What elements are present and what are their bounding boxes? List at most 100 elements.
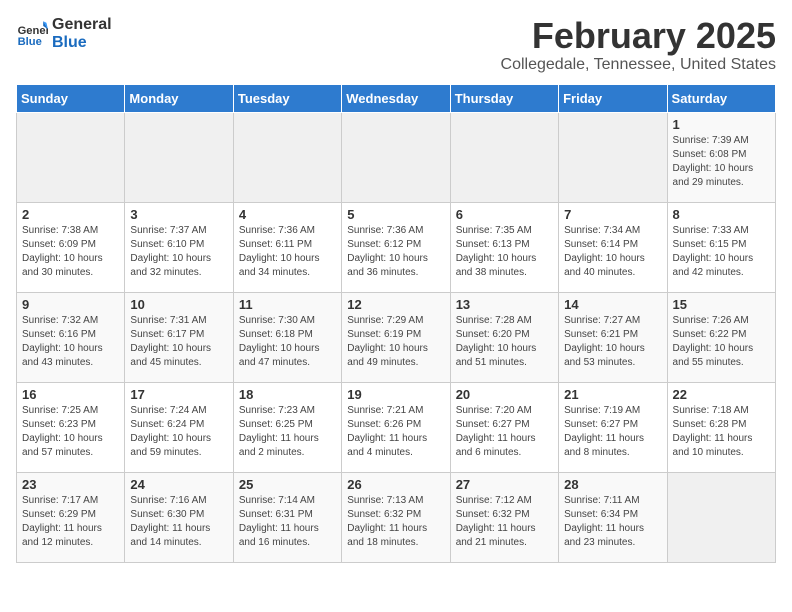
day-info: Sunrise: 7:39 AM Sunset: 6:08 PM Dayligh… — [673, 134, 770, 190]
day-number: 28 — [564, 477, 661, 492]
day-info: Sunrise: 7:29 AM Sunset: 6:19 PM Dayligh… — [347, 314, 444, 370]
calendar-day-cell: 16 Sunrise: 7:25 AM Sunset: 6:23 PM Dayli… — [17, 382, 125, 472]
day-info: Sunrise: 7:31 AM Sunset: 6:17 PM Dayligh… — [130, 314, 227, 370]
calendar-day-cell — [125, 112, 233, 202]
day-info: Sunrise: 7:36 AM Sunset: 6:11 PM Dayligh… — [239, 224, 336, 280]
day-number: 27 — [456, 477, 553, 492]
svg-text:Blue: Blue — [18, 36, 42, 48]
month-title: February 2025 — [501, 16, 776, 56]
calendar-day-cell: 22Sunrise: 7:18 AM Sunset: 6:28 PM Dayli… — [667, 382, 775, 472]
calendar-day-cell — [559, 112, 667, 202]
calendar-day-cell: 27Sunrise: 7:12 AM Sunset: 6:32 PM Dayli… — [450, 472, 558, 562]
calendar-day-cell: 15 Sunrise: 7:26 AM Sunset: 6:22 PM Dayli… — [667, 292, 775, 382]
calendar-week-row: 23Sunrise: 7:17 AM Sunset: 6:29 PM Dayli… — [17, 472, 776, 562]
day-number: 3 — [130, 207, 227, 222]
page-header: General Blue General Blue February 2025 … — [16, 16, 776, 74]
svg-text:General: General — [18, 25, 48, 37]
calendar-day-cell: 12Sunrise: 7:29 AM Sunset: 6:19 PM Dayli… — [342, 292, 450, 382]
calendar-day-cell: 19 Sunrise: 7:21 AM Sunset: 6:26 PM Dayli… — [342, 382, 450, 472]
day-number: 20 — [456, 387, 553, 402]
day-info: Sunrise: 7:21 AM Sunset: 6:26 PM Dayligh… — [347, 404, 444, 460]
day-number: 11 — [239, 297, 336, 312]
day-info: Sunrise: 7:16 AM Sunset: 6:30 PM Dayligh… — [130, 494, 227, 550]
calendar-day-cell: 9 Sunrise: 7:32 AM Sunset: 6:16 PM Daylig… — [17, 292, 125, 382]
calendar-day-cell: 2 Sunrise: 7:38 AM Sunset: 6:09 PM Daylig… — [17, 202, 125, 292]
calendar-day-cell: 24 Sunrise: 7:16 AM Sunset: 6:30 PM Dayli… — [125, 472, 233, 562]
day-info: Sunrise: 7:34 AM Sunset: 6:14 PM Dayligh… — [564, 224, 661, 280]
calendar-week-row: 2 Sunrise: 7:38 AM Sunset: 6:09 PM Daylig… — [17, 202, 776, 292]
day-info: Sunrise: 7:27 AM Sunset: 6:21 PM Dayligh… — [564, 314, 661, 370]
day-number: 6 — [456, 207, 553, 222]
day-info: Sunrise: 7:13 AM Sunset: 6:32 PM Dayligh… — [347, 494, 444, 550]
calendar-day-cell: 10 Sunrise: 7:31 AM Sunset: 6:17 PM Dayli… — [125, 292, 233, 382]
day-info: Sunrise: 7:25 AM Sunset: 6:23 PM Dayligh… — [22, 404, 119, 460]
day-of-week-header: Sunday — [17, 84, 125, 112]
day-of-week-header: Monday — [125, 84, 233, 112]
day-number: 25 — [239, 477, 336, 492]
day-number: 5 — [347, 207, 444, 222]
day-of-week-header: Saturday — [667, 84, 775, 112]
calendar-day-cell — [233, 112, 341, 202]
calendar-day-cell — [17, 112, 125, 202]
day-number: 24 — [130, 477, 227, 492]
calendar-day-cell — [342, 112, 450, 202]
day-info: Sunrise: 7:36 AM Sunset: 6:12 PM Dayligh… — [347, 224, 444, 280]
calendar-day-cell: 11Sunrise: 7:30 AM Sunset: 6:18 PM Dayli… — [233, 292, 341, 382]
day-info: Sunrise: 7:20 AM Sunset: 6:27 PM Dayligh… — [456, 404, 553, 460]
calendar-day-cell: 8Sunrise: 7:33 AM Sunset: 6:15 PM Daylig… — [667, 202, 775, 292]
day-number: 23 — [22, 477, 119, 492]
day-of-week-header: Wednesday — [342, 84, 450, 112]
day-number: 7 — [564, 207, 661, 222]
day-info: Sunrise: 7:14 AM Sunset: 6:31 PM Dayligh… — [239, 494, 336, 550]
day-number: 15 — [673, 297, 770, 312]
logo-icon: General Blue — [16, 18, 48, 50]
day-info: Sunrise: 7:33 AM Sunset: 6:15 PM Dayligh… — [673, 224, 770, 280]
calendar-week-row: 1 Sunrise: 7:39 AM Sunset: 6:08 PM Daylig… — [17, 112, 776, 202]
day-number: 10 — [130, 297, 227, 312]
calendar-week-row: 16 Sunrise: 7:25 AM Sunset: 6:23 PM Dayli… — [17, 382, 776, 472]
day-number: 16 — [22, 387, 119, 402]
calendar-day-cell: 23Sunrise: 7:17 AM Sunset: 6:29 PM Dayli… — [17, 472, 125, 562]
day-info: Sunrise: 7:26 AM Sunset: 6:22 PM Dayligh… — [673, 314, 770, 370]
calendar-day-cell: 14Sunrise: 7:27 AM Sunset: 6:21 PM Dayli… — [559, 292, 667, 382]
day-number: 19 — [347, 387, 444, 402]
calendar-day-cell: 20 Sunrise: 7:20 AM Sunset: 6:27 PM Dayli… — [450, 382, 558, 472]
day-number: 18 — [239, 387, 336, 402]
day-info: Sunrise: 7:37 AM Sunset: 6:10 PM Dayligh… — [130, 224, 227, 280]
calendar-header-row: SundayMondayTuesdayWednesdayThursdayFrid… — [17, 84, 776, 112]
calendar-day-cell: 7 Sunrise: 7:34 AM Sunset: 6:14 PM Daylig… — [559, 202, 667, 292]
day-info: Sunrise: 7:24 AM Sunset: 6:24 PM Dayligh… — [130, 404, 227, 460]
day-of-week-header: Friday — [559, 84, 667, 112]
calendar-day-cell — [450, 112, 558, 202]
logo: General Blue General Blue — [16, 16, 112, 51]
calendar-day-cell: 25 Sunrise: 7:14 AM Sunset: 6:31 PM Dayli… — [233, 472, 341, 562]
day-info: Sunrise: 7:18 AM Sunset: 6:28 PM Dayligh… — [673, 404, 770, 460]
day-number: 13 — [456, 297, 553, 312]
day-info: Sunrise: 7:38 AM Sunset: 6:09 PM Dayligh… — [22, 224, 119, 280]
calendar-day-cell: 3 Sunrise: 7:37 AM Sunset: 6:10 PM Daylig… — [125, 202, 233, 292]
day-number: 17 — [130, 387, 227, 402]
day-number: 2 — [22, 207, 119, 222]
day-number: 26 — [347, 477, 444, 492]
day-number: 21 — [564, 387, 661, 402]
day-of-week-header: Thursday — [450, 84, 558, 112]
day-number: 1 — [673, 117, 770, 132]
calendar-day-cell: 28 Sunrise: 7:11 AM Sunset: 6:34 PM Dayli… — [559, 472, 667, 562]
calendar-day-cell: 5 Sunrise: 7:36 AM Sunset: 6:12 PM Daylig… — [342, 202, 450, 292]
calendar-day-cell: 26 Sunrise: 7:13 AM Sunset: 6:32 PM Dayli… — [342, 472, 450, 562]
logo-blue-text: Blue — [52, 34, 112, 52]
calendar-day-cell: 13Sunrise: 7:28 AM Sunset: 6:20 PM Dayli… — [450, 292, 558, 382]
logo-general-text: General — [52, 16, 112, 34]
title-area: February 2025 Collegedale, Tennessee, Un… — [501, 16, 776, 74]
day-info: Sunrise: 7:11 AM Sunset: 6:34 PM Dayligh… — [564, 494, 661, 550]
calendar-day-cell: 17 Sunrise: 7:24 AM Sunset: 6:24 PM Dayli… — [125, 382, 233, 472]
calendar-day-cell: 4Sunrise: 7:36 AM Sunset: 6:11 PM Daylig… — [233, 202, 341, 292]
calendar-day-cell: 18 Sunrise: 7:23 AM Sunset: 6:25 PM Dayli… — [233, 382, 341, 472]
day-of-week-header: Tuesday — [233, 84, 341, 112]
day-number: 9 — [22, 297, 119, 312]
day-info: Sunrise: 7:23 AM Sunset: 6:25 PM Dayligh… — [239, 404, 336, 460]
day-info: Sunrise: 7:32 AM Sunset: 6:16 PM Dayligh… — [22, 314, 119, 370]
location-title: Collegedale, Tennessee, United States — [501, 56, 776, 74]
calendar-table: SundayMondayTuesdayWednesdayThursdayFrid… — [16, 84, 776, 563]
day-info: Sunrise: 7:35 AM Sunset: 6:13 PM Dayligh… — [456, 224, 553, 280]
